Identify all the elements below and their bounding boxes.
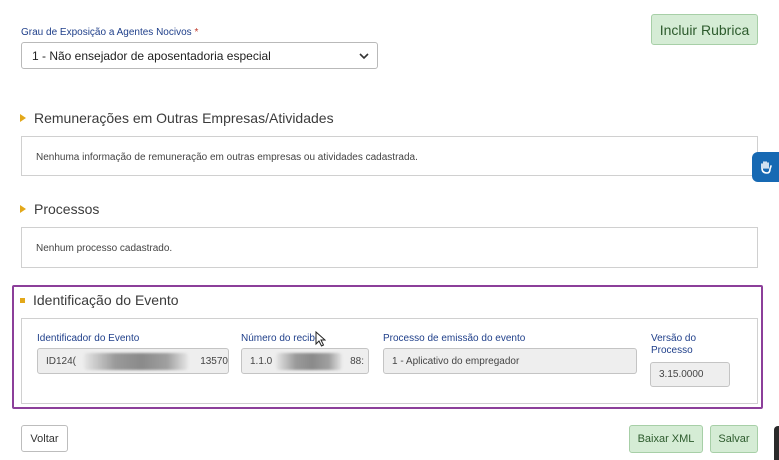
redacted-blur	[276, 353, 342, 370]
incluir-rubrica-button[interactable]: Incluir Rubrica	[651, 14, 758, 45]
recibo-field[interactable]: 1.1.0 88:	[241, 348, 369, 374]
exposure-select[interactable]: 1 - Não ensejador de aposentadoria espec…	[21, 42, 378, 69]
processos-empty-text: Nenhum processo cadastrado.	[36, 243, 173, 254]
evento-panel: Identificador do Evento ID124( 13570 Núm…	[21, 318, 758, 404]
remuneracoes-empty-text: Nenhuma informação de remuneração em out…	[36, 152, 418, 163]
processos-title: Processos	[34, 201, 100, 217]
required-mark: *	[194, 27, 199, 38]
voltar-button[interactable]: Voltar	[21, 425, 68, 452]
processo-emissao-label: Processo de emissão do evento	[383, 333, 526, 344]
versao-field[interactable]: 3.15.0000	[650, 362, 730, 387]
redacted-blur	[84, 353, 188, 370]
chevron-down-icon	[359, 53, 369, 60]
remuneracoes-title: Remunerações em Outras Empresas/Atividad…	[34, 110, 334, 126]
hand-sign-icon	[760, 161, 772, 174]
recibo-label: Número do recibo	[241, 333, 321, 344]
baixar-xml-button[interactable]: Baixar XML	[629, 425, 703, 453]
edge-widget	[774, 426, 779, 460]
section-marker-icon	[20, 297, 25, 303]
identificador-label: Identificador do Evento	[37, 333, 140, 344]
versao-label: Versão do Processo	[651, 333, 697, 356]
exposure-label: Grau de Exposição a Agentes Nocivos *	[21, 27, 199, 38]
expand-arrow-icon	[20, 205, 26, 213]
evento-section-header[interactable]: Identificação do Evento	[20, 292, 179, 308]
exposure-selected-value: 1 - Não ensejador de aposentadoria espec…	[32, 49, 271, 63]
evento-title: Identificação do Evento	[33, 292, 179, 308]
processos-panel: Nenhum processo cadastrado.	[21, 227, 758, 268]
expand-arrow-icon	[20, 114, 26, 122]
identificador-field[interactable]: ID124( 13570	[37, 348, 229, 374]
remuneracoes-panel: Nenhuma informação de remuneração em out…	[21, 136, 758, 176]
processos-section-header[interactable]: Processos	[20, 201, 99, 217]
accessibility-widget[interactable]	[752, 152, 779, 182]
salvar-button[interactable]: Salvar	[710, 425, 758, 453]
mouse-pointer-icon	[315, 331, 326, 347]
processo-emissao-field[interactable]: 1 - Aplicativo do empregador	[383, 348, 637, 374]
remuneracoes-section-header[interactable]: Remunerações em Outras Empresas/Atividad…	[20, 110, 334, 126]
